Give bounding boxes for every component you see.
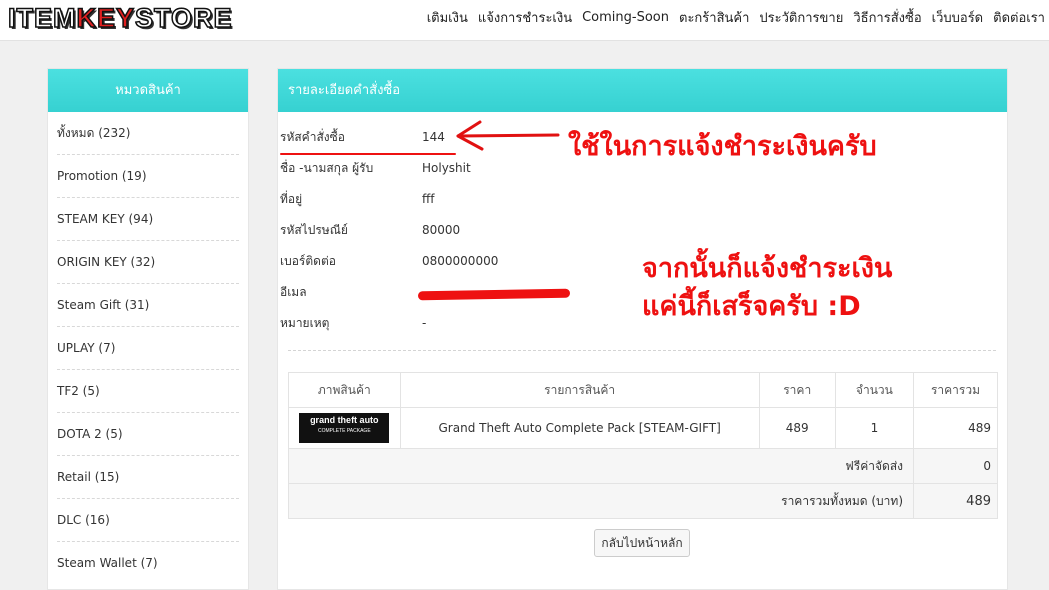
order-id-label: รหัสคำสั่งซื้อ — [280, 130, 345, 144]
nav-sales-history[interactable]: ประวัติการขาย — [759, 7, 843, 28]
nav-payment-notify[interactable]: แจ้งการชำระเงิน — [478, 7, 572, 28]
note-value: - — [422, 316, 427, 330]
product-price: 489 — [758, 407, 836, 449]
sidebar-title: หมวดสินค้า — [48, 69, 248, 112]
sidebar-item-promotion[interactable]: Promotion (19) — [57, 155, 239, 198]
col-header-price: ราคา — [758, 372, 836, 408]
red-arrow-annotation — [456, 120, 560, 151]
product-name: Grand Theft Auto Complete Pack [STEAM-GI… — [399, 407, 760, 449]
nav-cart[interactable]: ตะกร้าสินค้า — [679, 7, 749, 28]
top-bar: ITEMKEYSTORE เติมเงิน แจ้งการชำระเงิน Co… — [0, 0, 1049, 41]
postcode-row: รหัสไปรษณีย์ 80000 — [278, 220, 778, 240]
address-row: ที่อยู่ fff — [278, 189, 778, 209]
phone-value: 0800000000 — [422, 254, 499, 268]
sidebar-item-origin-key[interactable]: ORIGIN KEY (32) — [57, 241, 239, 284]
sidebar-item-dota2[interactable]: DOTA 2 (5) — [57, 413, 239, 456]
sidebar-item-retail[interactable]: Retail (15) — [57, 456, 239, 499]
annotation-note-payment: ใช้ในการแจ้งชำระเงินครับ — [568, 131, 877, 162]
category-sidebar: หมวดสินค้า ทั้งหมด (232) Promotion (19) … — [47, 68, 249, 590]
back-to-home-button[interactable]: กลับไปหน้าหลัก — [594, 529, 690, 557]
grand-total-row: ราคารวมทั้งหมด (บาท) 489 — [288, 483, 998, 519]
recipient-name-value: Holyshit — [422, 161, 471, 175]
grand-total-value: 489 — [913, 483, 998, 519]
site-logo[interactable]: ITEMKEYSTORE — [7, 2, 233, 34]
annotation-note-done: จากนั้นก็แจ้งชำระเงิน แค่นี้ก็เสร็จครับ … — [642, 250, 892, 326]
nav-webboard[interactable]: เว็บบอร์ด — [932, 7, 983, 28]
grand-total-label: ราคารวมทั้งหมด (บาท) — [288, 483, 914, 519]
col-header-item: รายการสินค้า — [399, 372, 760, 408]
section-divider — [288, 350, 996, 351]
postcode-label: รหัสไปรษณีย์ — [280, 223, 348, 237]
sidebar-item-all[interactable]: ทั้งหมด (232) — [57, 112, 239, 155]
shipping-value: 0 — [913, 448, 998, 484]
sidebar-item-steam-key[interactable]: STEAM KEY (94) — [57, 198, 239, 241]
col-header-qty: จำนวน — [834, 372, 915, 408]
nav-contact[interactable]: ติดต่อเรา — [993, 7, 1045, 28]
sidebar-item-dlc[interactable]: DLC (16) — [57, 499, 239, 542]
nav-coming-soon[interactable]: Coming-Soon — [582, 10, 669, 25]
recipient-name-label: ชื่อ -นามสกุล ผู้รับ — [280, 161, 374, 175]
address-value: fff — [422, 192, 435, 206]
sidebar-item-uplay[interactable]: UPLAY (7) — [57, 327, 239, 370]
shipping-row: ฟรีค่าจัดส่ง 0 — [288, 448, 998, 484]
product-total: 489 — [913, 407, 998, 449]
table-row: grand theft auto COMPLETE PACKAGE Grand T… — [288, 407, 998, 449]
order-id-value: 144 — [422, 130, 445, 144]
postcode-value: 80000 — [422, 223, 461, 237]
order-items-table: ภาพสินค้า รายการสินค้า ราคา จำนวน ราคารว… — [288, 372, 998, 519]
sidebar-item-steam-wallet[interactable]: Steam Wallet (7) — [57, 542, 239, 584]
product-image-cell: grand theft auto COMPLETE PACKAGE — [288, 407, 401, 449]
annotation-note-line2: แค่นี้ก็เสร็จครับ :D — [642, 291, 861, 322]
nav-how-to-order[interactable]: วิธีการสั่งซื้อ — [853, 7, 921, 28]
phone-label: เบอร์ติดต่อ — [280, 254, 336, 268]
note-label: หมายเหตุ — [280, 316, 330, 330]
col-header-total: ราคารวม — [913, 372, 998, 408]
order-id-underline — [280, 153, 456, 155]
nav-topup[interactable]: เติมเงิน — [427, 7, 468, 28]
order-detail-title: รายละเอียดคำสั่งซื้อ — [278, 69, 1007, 112]
col-header-image: ภาพสินค้า — [288, 372, 401, 408]
email-label: อีเมล — [280, 285, 307, 299]
annotation-note-line1: จากนั้นก็แจ้งชำระเงิน — [642, 253, 893, 284]
sidebar-item-steam-gift[interactable]: Steam Gift (31) — [57, 284, 239, 327]
table-header-row: ภาพสินค้า รายการสินค้า ราคา จำนวน ราคารว… — [288, 372, 998, 408]
shipping-label: ฟรีค่าจัดส่ง — [288, 448, 914, 484]
product-thumbnail[interactable]: grand theft auto COMPLETE PACKAGE — [299, 413, 390, 443]
address-label: ที่อยู่ — [280, 192, 303, 206]
main-nav: เติมเงิน แจ้งการชำระเงิน Coming-Soon ตะก… — [417, 0, 1045, 34]
product-qty: 1 — [834, 407, 915, 449]
sidebar-item-tf2[interactable]: TF2 (5) — [57, 370, 239, 413]
